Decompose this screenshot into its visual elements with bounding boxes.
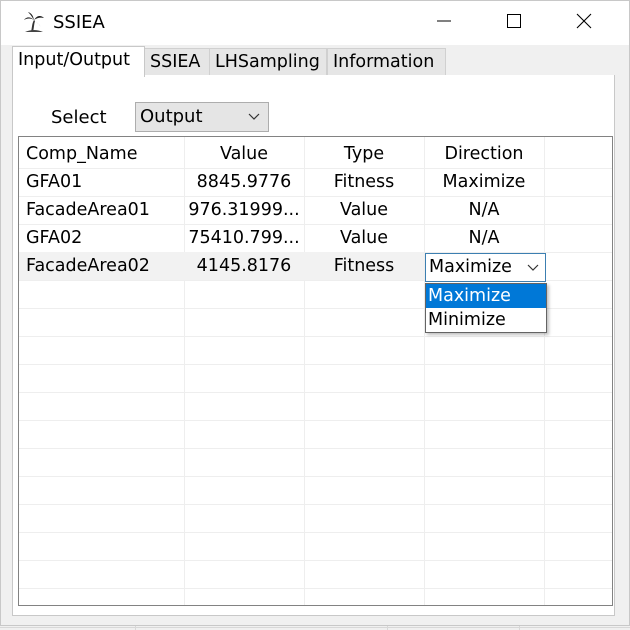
- table-cell-type[interactable]: Value: [304, 196, 424, 224]
- maximize-icon: [506, 13, 522, 33]
- table-cell-direction[interactable]: N/A: [424, 224, 544, 252]
- minimize-button[interactable]: [409, 1, 479, 45]
- table-cell-comp-name[interactable]: FacadeArea02: [19, 252, 184, 280]
- title-bar[interactable]: SSIEA: [1, 1, 629, 45]
- table-cell-type[interactable]: Value: [304, 224, 424, 252]
- dropdown-option-maximize[interactable]: Maximize: [426, 284, 546, 308]
- table-cell-value[interactable]: 75410.799...: [184, 224, 304, 252]
- table-cell-value[interactable]: 8845.9776: [184, 168, 304, 196]
- dropdown-option-minimize[interactable]: Minimize: [426, 308, 546, 332]
- close-icon: [576, 13, 592, 33]
- table-cell-comp-name[interactable]: GFA02: [19, 224, 184, 252]
- select-label: Select: [51, 107, 107, 128]
- direction-combobox-value: Maximize: [429, 257, 512, 277]
- table-cell-direction[interactable]: Maximize: [424, 168, 544, 196]
- table-cell-comp-name[interactable]: FacadeArea01: [19, 196, 184, 224]
- table-cell-value[interactable]: 976.31999...: [184, 196, 304, 224]
- column-header-direction[interactable]: Direction: [424, 140, 544, 168]
- palm-tree-icon: [23, 11, 45, 33]
- tab-input-output[interactable]: Input/Output: [12, 46, 145, 77]
- direction-dropdown-list: Maximize Minimize: [425, 283, 547, 333]
- table-cell-type[interactable]: Fitness: [304, 168, 424, 196]
- close-button[interactable]: [549, 1, 619, 45]
- column-header-type[interactable]: Type: [304, 140, 424, 168]
- table-cell-direction[interactable]: N/A: [424, 196, 544, 224]
- column-header-comp-name[interactable]: Comp_Name: [19, 140, 184, 168]
- tab-lhsampling[interactable]: LHSampling: [209, 48, 327, 76]
- tab-strip: Input/Output SSIEA LHSampling Informatio…: [12, 46, 612, 77]
- select-value: Output: [140, 106, 203, 127]
- chevron-down-icon: [248, 103, 260, 131]
- window-title: SSIEA: [53, 12, 105, 33]
- maximize-button[interactable]: [479, 1, 549, 45]
- tab-information[interactable]: Information: [327, 48, 446, 76]
- table-cell-type[interactable]: Fitness: [304, 252, 424, 280]
- minimize-icon: [436, 13, 452, 33]
- direction-cell-combobox[interactable]: Maximize: [425, 253, 546, 282]
- tab-ssiea[interactable]: SSIEA: [144, 48, 210, 76]
- table-cell-value[interactable]: 4145.8176: [184, 252, 304, 280]
- chevron-down-icon: [527, 254, 539, 281]
- table-cell-comp-name[interactable]: GFA01: [19, 168, 184, 196]
- data-grid[interactable]: Comp_Name Value Type Direction GFA01 884…: [18, 136, 613, 606]
- column-header-value[interactable]: Value: [184, 140, 304, 168]
- select-combobox[interactable]: Output: [135, 102, 269, 132]
